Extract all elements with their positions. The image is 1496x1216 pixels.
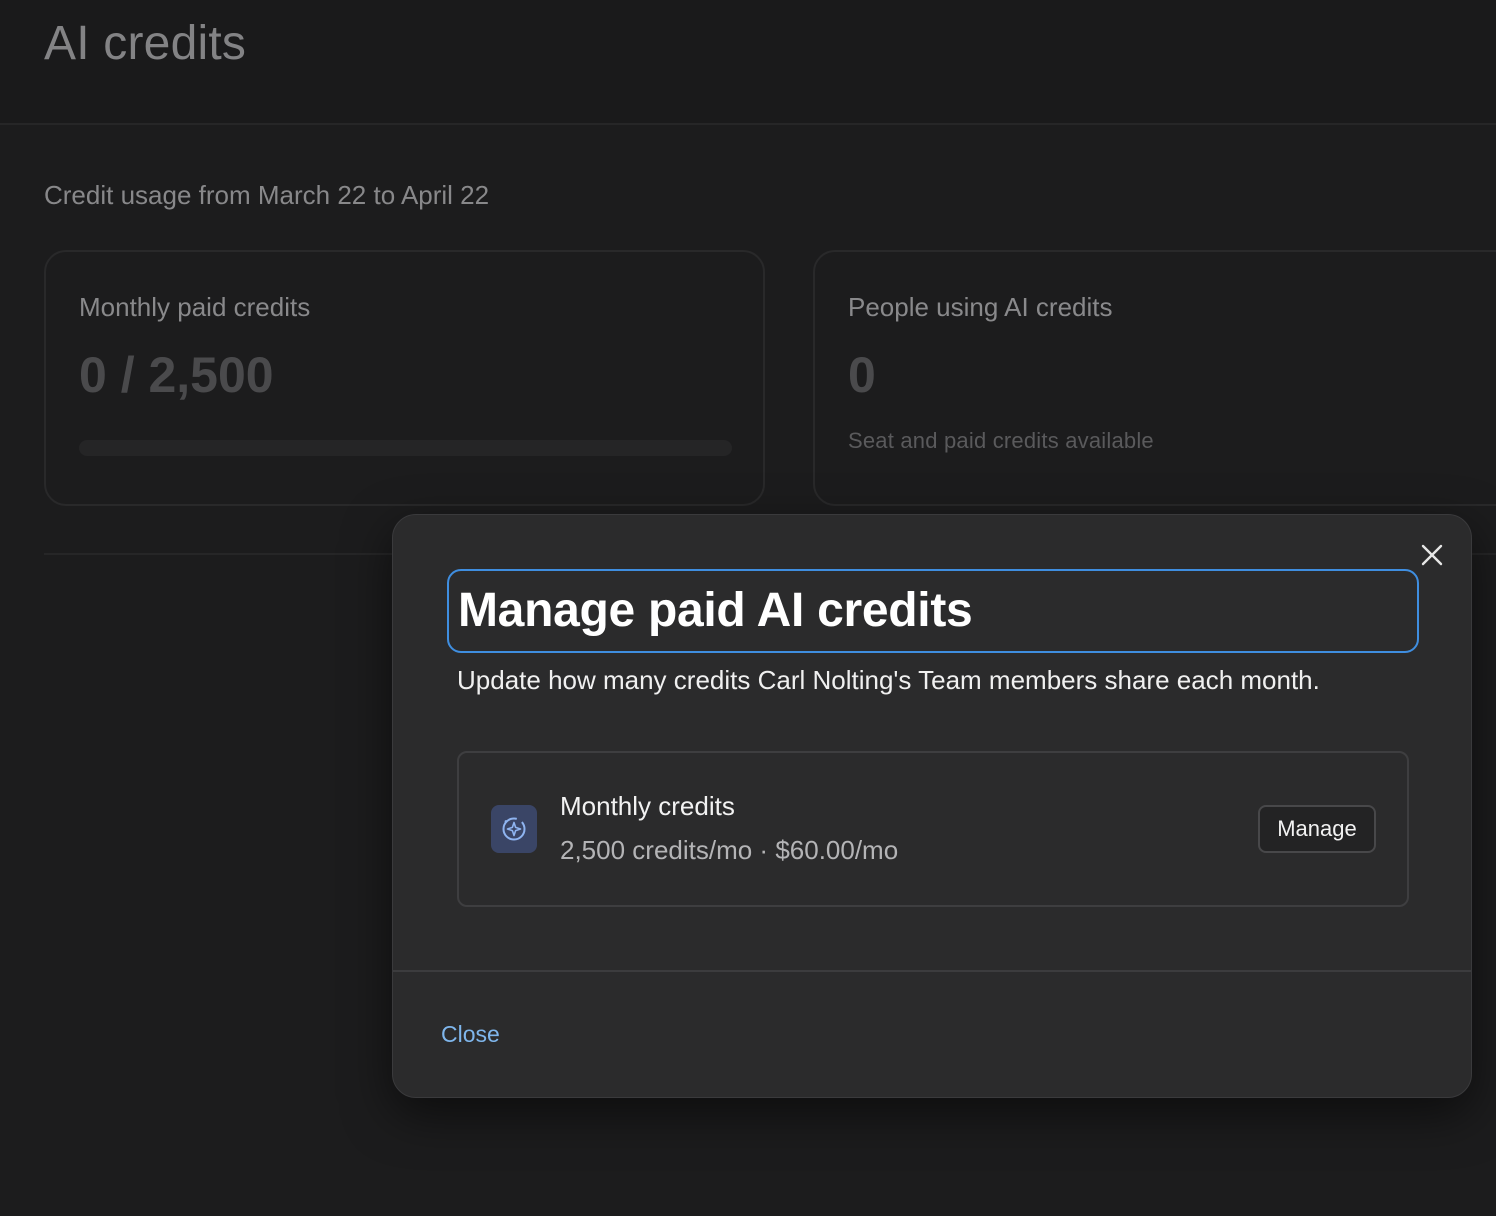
credit-item-detail: 2,500 credits/mo · $60.00/mo xyxy=(560,835,899,865)
card-value: 0 xyxy=(848,347,876,403)
monthly-paid-credits-card: Monthly paid credits 0 / 2,500 xyxy=(44,250,765,506)
credit-usage-period-label: Credit usage from March 22 to April 22 xyxy=(44,180,490,210)
close-icon[interactable] xyxy=(1417,540,1447,570)
card-label: People using AI credits xyxy=(848,292,1113,322)
page-header: AI credits xyxy=(0,0,1496,125)
credit-item-name: Monthly credits xyxy=(560,791,735,821)
modal-title: Manage paid AI credits xyxy=(458,584,973,637)
card-value: 0 / 2,500 xyxy=(79,347,274,403)
page-title: AI credits xyxy=(44,17,247,70)
ai-sparkle-icon xyxy=(491,805,537,853)
modal-description: Update how many credits Carl Nolting's T… xyxy=(457,665,1320,695)
card-label: Monthly paid credits xyxy=(79,292,311,322)
ai-credits-page: AI credits Credit usage from March 22 to… xyxy=(0,0,1496,1216)
close-button[interactable]: Close xyxy=(441,1021,500,1048)
manage-credits-modal: Manage paid AI credits Update how many c… xyxy=(392,514,1472,1098)
credits-progress-bar xyxy=(79,440,732,456)
manage-button[interactable]: Manage xyxy=(1258,805,1376,853)
monthly-credits-item: Monthly credits 2,500 credits/mo · $60.0… xyxy=(457,751,1409,907)
modal-title-focus-ring: Manage paid AI credits xyxy=(447,569,1419,653)
card-subtext: Seat and paid credits available xyxy=(848,428,1154,453)
people-using-credits-card: People using AI credits 0 Seat and paid … xyxy=(813,250,1496,506)
modal-footer-divider xyxy=(393,970,1471,972)
